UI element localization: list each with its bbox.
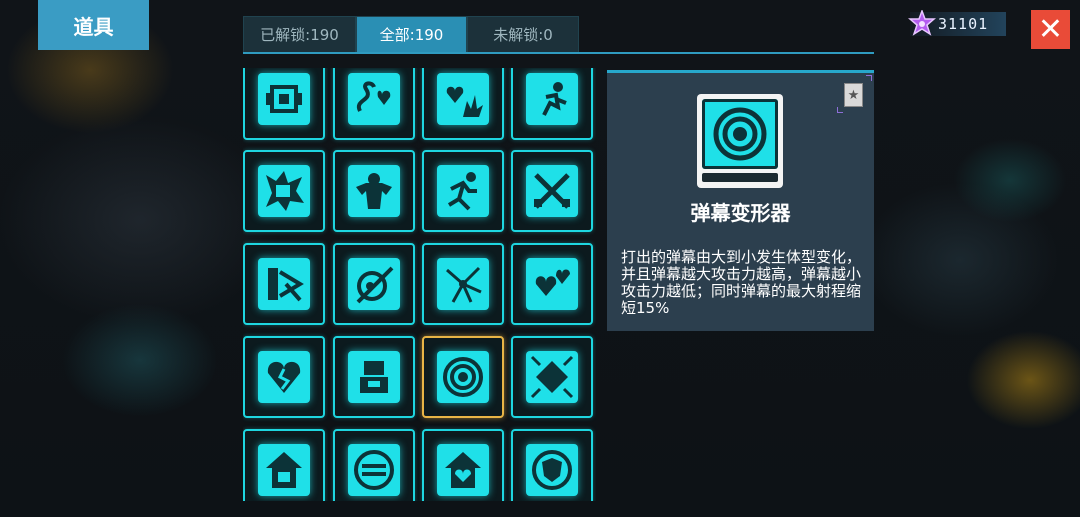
concentric-rings-icon [443,357,483,397]
item-icon-plate [526,351,578,403]
item-slot[interactable] [243,150,325,232]
item-icon-plate [348,73,400,125]
item-icon-plate [526,165,578,217]
tab-all-label: 全部:190 [379,26,444,44]
mech-fist-icon [360,361,388,393]
tab-unlocked[interactable]: 已解锁:190 [243,16,356,52]
item-icon-plate [437,258,489,310]
item-description: 打出的弹幕由大到小发生体型变化，并且弹幕越大攻击力越高，弹幕越小攻击力越低；同时… [621,248,862,317]
icon-base [702,173,778,182]
close-icon: ✕ [1037,11,1064,47]
item-icon-plate [526,73,578,125]
double-heart-icon [535,269,570,296]
item-slot[interactable] [333,68,415,140]
tab-locked-label: 未解锁:0 [493,26,553,44]
item-icon-plate [258,444,310,496]
item-slot[interactable] [333,429,415,501]
item-slot[interactable] [422,243,504,325]
strongman-icon [356,173,392,209]
item-slot[interactable] [333,243,415,325]
item-slot[interactable] [243,336,325,418]
item-slot[interactable] [422,336,504,418]
crossed-swords-icon [534,173,570,209]
item-icon-plate [258,258,310,310]
item-slot[interactable] [422,150,504,232]
item-slot[interactable] [243,68,325,140]
item-icon-plate [348,165,400,217]
item-name: 弹幕变形器 [690,201,791,225]
item-icon-plate [437,444,489,496]
item-slot[interactable] [333,150,415,232]
item-icon-plate [258,351,310,403]
item-slot[interactable] [333,336,415,418]
item-icon-plate [348,258,400,310]
house-heart-icon [445,452,481,488]
item-slot[interactable] [511,150,593,232]
broken-heart-icon [267,361,301,393]
item-icon-plate [526,258,578,310]
tab-all[interactable]: 全部:190 [356,16,467,52]
item-slot[interactable] [511,68,593,140]
corner-arrows-icon [268,268,304,302]
running-man-icon [542,82,567,116]
item-slot[interactable] [511,243,593,325]
item-detail-panel: ★ 弹幕变形器 打出的弹幕由大到小发生体型变化，并且弹幕越大攻击力越高，弹幕越小… [607,70,874,331]
item-slot[interactable] [422,68,504,140]
panel-corner-bottom-left [837,107,843,113]
item-icon-plate [258,165,310,217]
concentric-rings-icon [713,107,767,161]
item-slot[interactable] [243,429,325,501]
purple-gem-icon [908,10,936,36]
page-title-text: 道具 [73,14,114,39]
item-slot[interactable] [422,429,504,501]
item-slot[interactable] [511,336,593,418]
selected-item-icon [697,94,783,188]
sprint-icon [447,172,477,211]
panel-corner-top-right [866,75,872,81]
item-slot[interactable] [511,429,593,501]
item-slot[interactable] [243,243,325,325]
fist-burst-icon [266,171,304,211]
item-grid[interactable] [243,68,596,501]
shield-circle-icon [532,450,572,490]
item-icon-plate [437,351,489,403]
scatter-star-icon [446,266,482,303]
item-icon-plate [526,444,578,496]
circle-swap-icon [354,450,394,490]
close-button[interactable]: ✕ [1031,10,1070,49]
tab-underline [243,52,874,54]
house-boom-icon [266,452,302,488]
page-title: 道具 [38,0,149,50]
ball-slash-icon [356,266,394,304]
tab-unlocked-label: 已解锁:190 [260,26,339,44]
filter-tabs: 已解锁:190 全部:190 未解锁:0 [243,16,579,52]
item-icon-plate [258,73,310,125]
item-icon-plate [437,165,489,217]
currency-amount: 31101 [938,15,989,33]
star-badge-icon: ★ [844,83,863,107]
heart-explosion-icon [446,86,483,117]
item-icon-plate [348,444,400,496]
robot-face-icon [266,85,302,113]
item-icon-plate [348,351,400,403]
snake-heart-icon [356,81,391,112]
tab-locked[interactable]: 未解锁:0 [467,16,579,52]
diamond-arrows-icon [530,355,574,399]
item-icon-plate [437,73,489,125]
